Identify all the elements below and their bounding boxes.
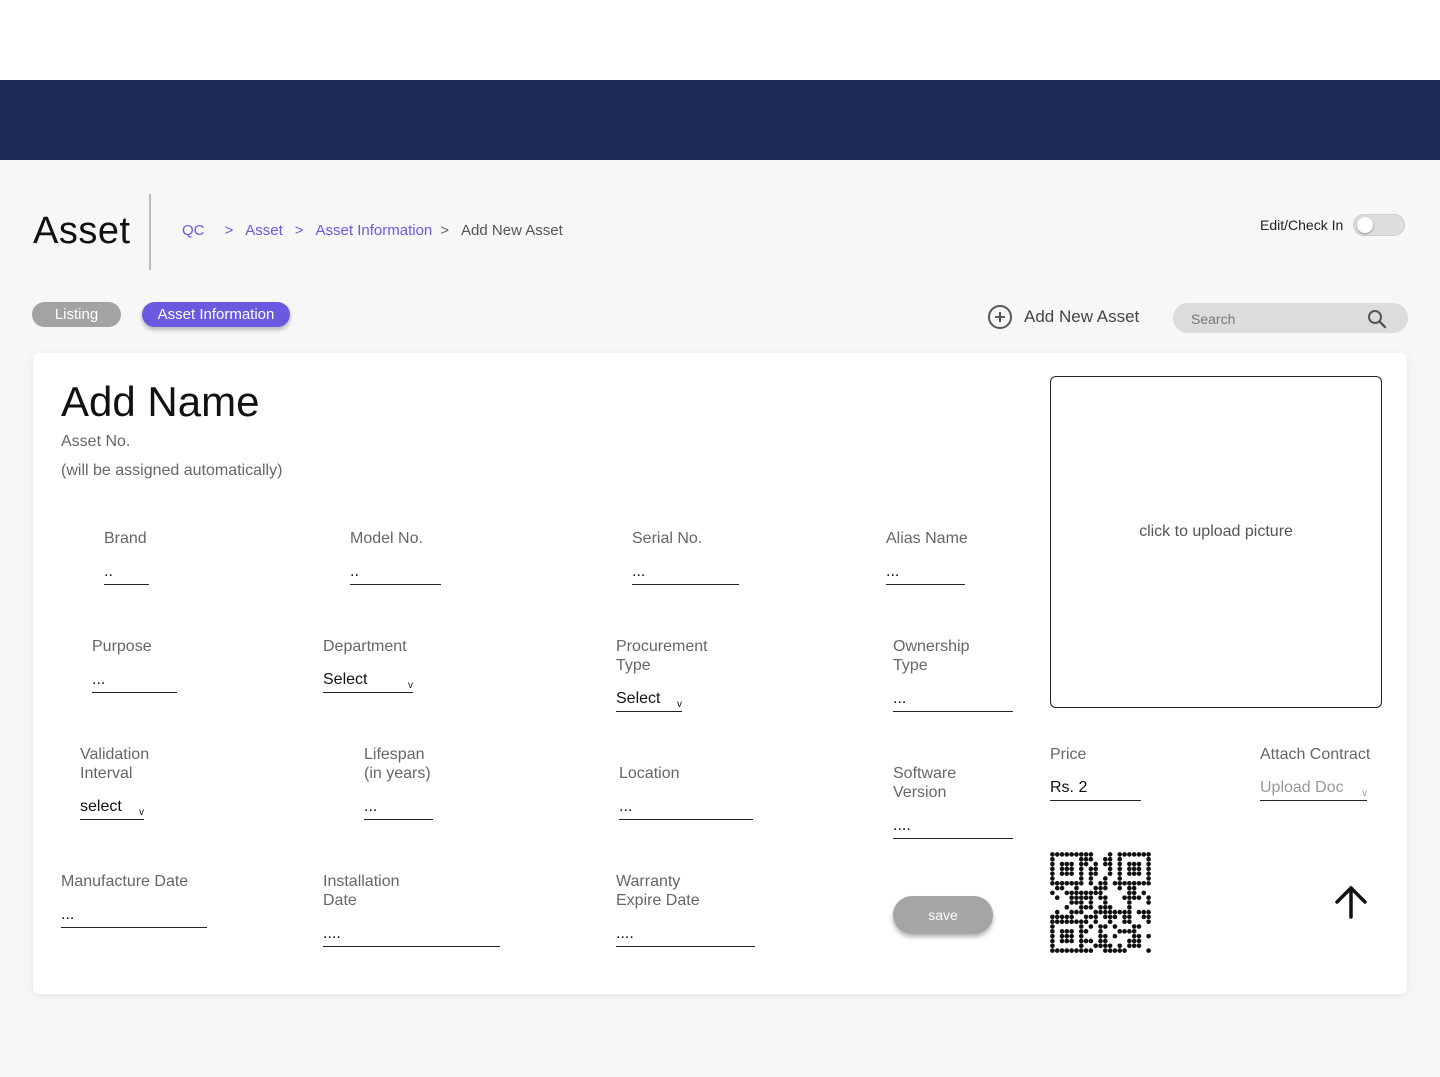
brand-field: Brand .. [104,529,149,585]
department-select[interactable]: Select v [323,668,413,693]
validation-interval-field: Validation Interval select v [80,745,149,820]
alias-name-field: Alias Name ... [886,529,968,585]
manufacture-date-input[interactable]: ... [61,903,207,928]
ownership-type-label-line2: Type [893,657,928,674]
asset-no-label: Asset No. [61,433,131,450]
breadcrumb-separator: > [224,222,234,239]
model-no-field: Model No. .. [350,529,441,585]
purpose-input[interactable]: ... [92,668,177,693]
brand-input[interactable]: .. [104,560,149,585]
alias-name-label: Alias Name [886,530,968,547]
software-version-field: Software Version .... [893,764,1013,839]
serial-no-field: Serial No. ... [632,529,739,585]
breadcrumb-current: Add New Asset [461,222,563,239]
search-icon[interactable] [1367,309,1387,334]
toggle-label: Edit/Check In [1260,217,1344,233]
location-input[interactable]: ... [619,795,753,820]
model-no-input[interactable]: .. [350,560,441,585]
price-input[interactable]: Rs. 2 [1050,776,1141,801]
lifespan-input[interactable]: ... [364,795,433,820]
breadcrumb-separator: > [294,222,304,239]
breadcrumb-qc[interactable]: QC [182,222,205,239]
chevron-down-icon: v [677,699,682,710]
manufacture-date-label: Manufacture Date [61,873,189,890]
qr-code-icon [1050,852,1151,953]
location-field: Location ... [619,764,753,820]
save-button[interactable]: save [893,896,993,934]
model-no-label: Model No. [350,530,423,547]
price-label: Price [1050,746,1087,763]
warranty-expire-date-label-line1: Warranty [616,873,681,890]
installation-date-field: Installation Date .... [323,872,500,947]
add-new-asset-button[interactable]: Add New Asset [988,305,1139,329]
upload-doc-select[interactable]: Upload Doc v [1260,776,1367,801]
procurement-type-field: Procurement Type Select v [616,637,708,712]
serial-no-input[interactable]: ... [632,560,739,585]
page-title: Asset [33,210,131,252]
software-version-input[interactable]: .... [893,814,1013,839]
software-version-label-line1: Software [893,765,957,782]
manufacture-date-field: Manufacture Date ... [61,872,207,928]
breadcrumb-asset-information[interactable]: Asset Information [316,222,433,239]
validation-interval-label-line2: Interval [80,765,133,782]
attach-contract-label: Attach Contract [1260,746,1371,763]
department-value: Select [323,671,368,688]
ownership-type-field: Ownership Type ... [893,637,1013,712]
attach-contract-field: Attach Contract Upload Doc v [1260,745,1370,801]
tab-asset-information[interactable]: Asset Information [142,302,290,327]
search-box [1173,303,1408,333]
breadcrumb: QC > Asset > Asset Information > Add New… [182,222,563,239]
department-field: Department Select v [323,637,413,693]
serial-no-label: Serial No. [632,530,703,547]
validation-interval-label-line1: Validation [80,746,150,763]
procurement-type-label-line1: Procurement [616,638,708,655]
ownership-type-input[interactable]: ... [893,687,1013,712]
location-label: Location [619,765,680,782]
validation-interval-select[interactable]: select v [80,795,144,820]
warranty-expire-date-label-line2: Expire Date [616,892,700,909]
procurement-type-select[interactable]: Select v [616,687,682,712]
software-version-label-line2: Version [893,784,947,801]
warranty-expire-date-field: Warranty Expire Date .... [616,872,755,947]
upload-picture-label: click to upload picture [1139,523,1293,540]
breadcrumb-separator: > [440,222,450,239]
asset-name-heading[interactable]: Add Name [61,378,259,426]
price-field: Price Rs. 2 [1050,745,1141,801]
chevron-down-icon: v [139,807,144,818]
title-divider [149,194,151,270]
procurement-type-value: Select [616,690,661,707]
tab-listing[interactable]: Listing [32,302,121,327]
warranty-expire-date-input[interactable]: .... [616,922,755,947]
procurement-type-label-line2: Type [616,657,651,674]
plus-circle-icon [988,305,1012,329]
toggle-knob [1357,217,1374,233]
brand-label: Brand [104,530,147,547]
asset-no-note: (will be assigned automatically) [61,462,283,479]
add-new-asset-label: Add New Asset [1024,307,1140,326]
installation-date-input[interactable]: .... [323,922,500,947]
breadcrumb-asset[interactable]: Asset [245,222,283,239]
upload-doc-value: Upload Doc [1260,779,1344,796]
installation-date-label-line2: Date [323,892,357,909]
edit-checkin-toggle-group: Edit/Check In [1260,214,1406,236]
upload-picture-area[interactable]: click to upload picture [1050,376,1382,708]
purpose-field: Purpose ... [92,637,177,693]
installation-date-label-line1: Installation [323,873,400,890]
validation-interval-value: select [80,798,122,815]
ownership-type-label-line1: Ownership [893,638,970,655]
lifespan-field: Lifespan (in years) ... [364,745,433,820]
chevron-down-icon: v [408,680,413,691]
top-navbar [0,80,1440,160]
chevron-down-icon: v [1362,788,1367,799]
lifespan-label-line1: Lifespan [364,746,425,763]
arrow-up-icon[interactable] [1332,884,1370,922]
lifespan-label-line2: (in years) [364,765,431,782]
purpose-label: Purpose [92,638,152,655]
alias-name-input[interactable]: ... [886,560,965,585]
edit-checkin-toggle[interactable] [1353,214,1406,236]
department-label: Department [323,638,407,655]
top-margin [0,0,1440,80]
search-input[interactable] [1191,309,1361,329]
